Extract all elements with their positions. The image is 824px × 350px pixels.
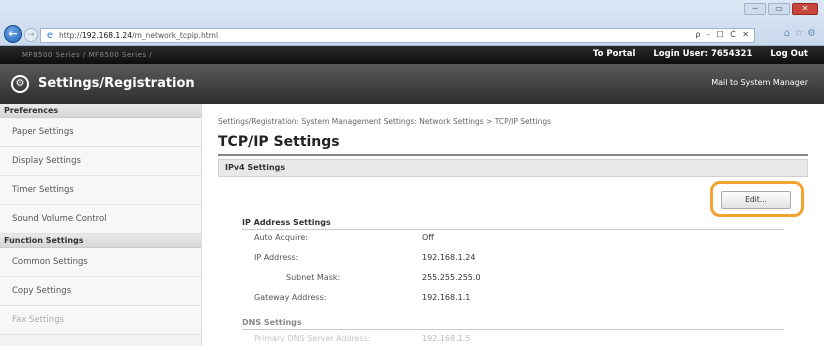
maximize-button[interactable]: ▭ [768,3,790,15]
row-ip-address: IP Address: 192.168.1.24 [254,249,784,269]
gear-icon[interactable]: ⚙ [807,28,820,39]
row-gateway-address: Gateway Address: 192.168.1.1 [254,289,784,309]
close-button[interactable]: ✕ [792,3,818,15]
row-value: 192.168.1.24 [422,253,476,262]
row-auto-acquire: Auto Acquire: Off [254,229,784,249]
settings-gear-icon: ⚙ [11,75,29,93]
sidebar-heading-function-settings: Function Settings [0,234,201,248]
row-value: 255.255.255.0 [422,273,481,282]
logout-link[interactable]: Log Out [770,49,808,59]
minimize-button[interactable]: ─ [744,3,766,15]
row-label: IP Address: [254,253,299,262]
row-label: Subnet Mask: [286,273,341,282]
url-prefix: http:// [59,31,82,40]
page-title: TCP/IP Settings [218,134,340,150]
row-label: Auto Acquire: [254,233,308,242]
login-user: Login User: 7654321 [653,49,752,59]
window-controls: ─ ▭ ✕ [744,3,818,15]
sidebar: Preferences Paper Settings Display Setti… [0,104,202,346]
login-user-value: 7654321 [710,49,753,59]
sidebar-item-paper-settings[interactable]: Paper Settings [0,118,201,147]
row-subnet-mask: Subnet Mask: 255.255.255.0 [254,269,784,289]
title-divider [218,154,808,156]
sidebar-item-fax-settings[interactable]: Fax Settings [0,306,201,335]
row-value: Off [422,233,434,242]
dns-settings-heading: DNS Settings [242,318,302,327]
edit-button[interactable]: Edit... [721,191,791,209]
url-path: /m_network_tcpip.html [132,31,219,40]
edit-highlight: Edit... [710,181,804,217]
toolbar-icons[interactable]: ⌂☆⚙ [784,28,820,39]
sidebar-item-timer-settings[interactable]: Timer Settings [0,176,201,205]
forward-arrow-icon[interactable]: → [24,28,38,42]
star-icon[interactable]: ☆ [794,28,807,39]
row-label: Gateway Address: [254,293,327,302]
row-primary-dns: Primary DNS Server Address: 192.168.1.5 [254,330,784,350]
app-top-bar: MF8500 Series / MF8500 Series / To Porta… [0,46,824,64]
address-bar[interactable]: e http://192.168.1.24/m_network_tcpip.ht… [40,28,755,43]
app-title: Settings/Registration [38,76,195,91]
ie-logo-icon: e [46,29,54,41]
device-crumb: MF8500 Series / MF8500 Series / [22,51,153,59]
sidebar-heading-preferences: Preferences [0,104,201,118]
row-value: 192.168.1.5 [422,334,471,343]
ip-address-settings-heading: IP Address Settings [242,218,331,227]
section-ipv4-settings: IPv4 Settings [218,159,808,177]
row-value: 192.168.1.1 [422,293,471,302]
url-text: http://192.168.1.24/m_network_tcpip.html [59,31,218,40]
mail-system-manager-link[interactable]: Mail to System Manager [711,78,808,87]
url-host: 192.168.1.24 [81,31,133,40]
row-label: Primary DNS Server Address: [254,334,371,343]
breadcrumb: Settings/Registration: System Management… [218,117,552,126]
to-portal-link[interactable]: To Portal [593,49,635,59]
sidebar-item-copy-settings[interactable]: Copy Settings [0,277,201,306]
address-tools[interactable]: ρ - ☐ Ć ✕ [695,30,751,39]
back-arrow-icon[interactable]: ← [4,25,22,43]
title-bar: ⚙ Settings/Registration Mail to System M… [0,64,824,104]
login-user-label: Login User: [653,49,708,59]
main-content: Settings/Registration: System Management… [202,104,824,346]
sidebar-item-sound-volume[interactable]: Sound Volume Control [0,205,201,234]
sidebar-item-common-settings[interactable]: Common Settings [0,248,201,277]
browser-chrome: ─ ▭ ✕ ← → e http://192.168.1.24/m_networ… [0,0,824,46]
sidebar-item-display-settings[interactable]: Display Settings [0,147,201,176]
home-icon[interactable]: ⌂ [784,28,794,39]
